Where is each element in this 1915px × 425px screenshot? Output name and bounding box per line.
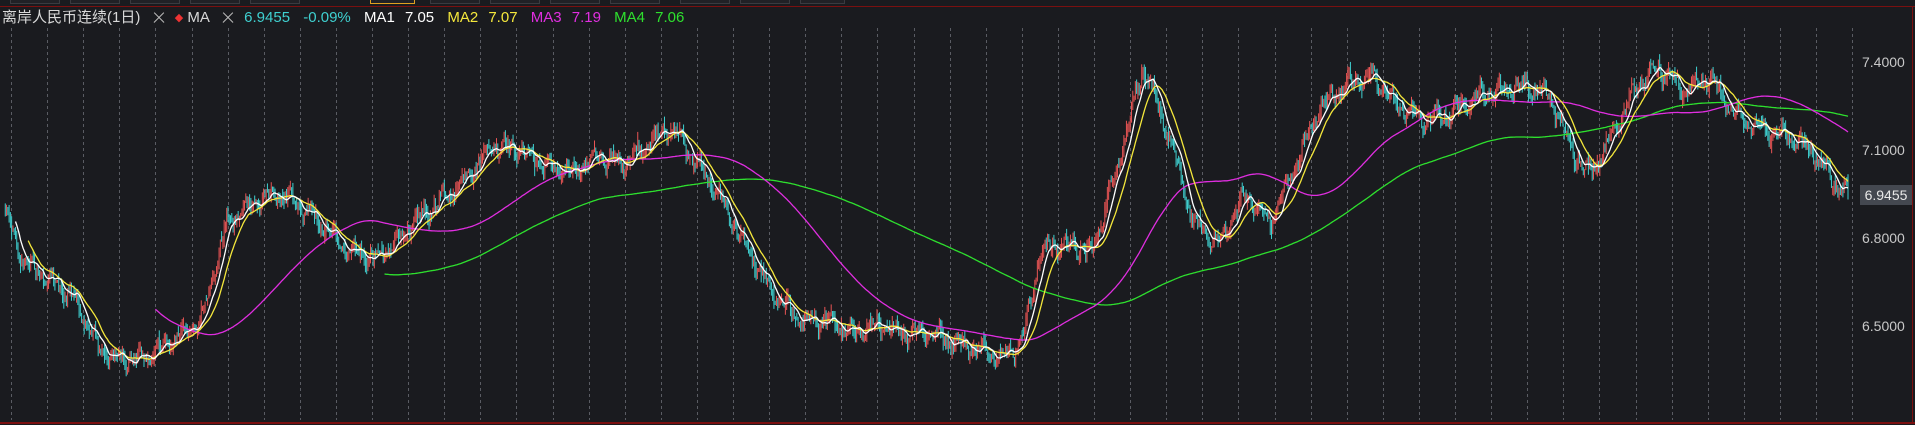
ma1-line	[14, 66, 1849, 364]
last-price-badge: 6.9455	[1860, 185, 1912, 205]
ma3-line	[154, 95, 1849, 341]
chart-right-border	[1912, 6, 1913, 422]
ma4-line	[384, 101, 1849, 306]
chart-legend: 离岸人民币连续(1日) ◆ MA 6.9455 -0.09% MA1 7.05 …	[2, 8, 684, 28]
candles	[4, 54, 1849, 377]
ma4-label[interactable]: MA4	[614, 8, 645, 28]
y-tick-label: 6.8000	[1862, 230, 1905, 246]
ma2-line	[27, 70, 1849, 360]
candlestick-chart[interactable]: 7.4000 7.1000 6.8000 6.5000	[0, 0, 1915, 425]
ma1-value: 7.05	[404, 9, 435, 26]
indicator-name[interactable]: MA	[187, 8, 210, 28]
instrument-title: 离岸人民币连续(1日)	[2, 9, 141, 26]
ma2-value: 7.07	[488, 9, 518, 26]
change-percent: -0.09%	[303, 9, 351, 26]
y-tick-label: 6.5000	[1862, 318, 1905, 334]
close-icon[interactable]	[151, 8, 165, 28]
ma4-value: 7.06	[655, 9, 685, 26]
ma2-label[interactable]: MA2	[447, 8, 478, 28]
y-tick-label: 7.4000	[1862, 54, 1905, 70]
ma3-value: 7.19	[571, 9, 601, 26]
y-tick-label: 7.1000	[1862, 142, 1905, 158]
chart-bottom-border	[0, 422, 1915, 424]
ma1-label[interactable]: MA1	[364, 8, 395, 28]
last-price-value: 6.9455	[244, 9, 291, 26]
indicator-close-icon[interactable]	[220, 8, 234, 28]
indicator-dot-icon: ◆	[174, 12, 184, 24]
ma3-label[interactable]: MA3	[531, 8, 562, 28]
grid-lines	[11, 28, 1853, 420]
